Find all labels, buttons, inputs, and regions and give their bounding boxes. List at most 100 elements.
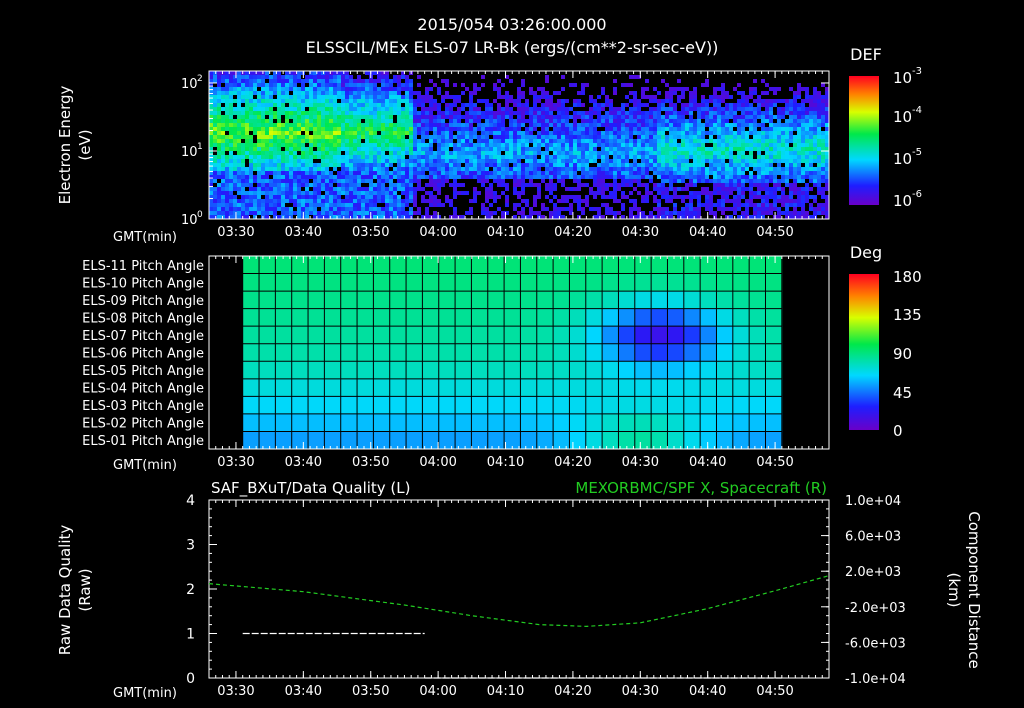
spectrogram-cell xyxy=(729,151,733,155)
spectrogram-cell xyxy=(317,143,321,147)
spectrogram-cell xyxy=(593,99,597,103)
spectrogram-cell xyxy=(621,179,625,183)
spectrogram-cell xyxy=(513,87,517,91)
spectrogram-cell xyxy=(729,175,733,179)
spectrogram-cell xyxy=(557,127,561,131)
spectrogram-cell xyxy=(433,179,437,183)
spectrogram-cell xyxy=(649,147,653,151)
spectrogram-cell xyxy=(673,171,677,175)
spectrogram-cell xyxy=(533,127,537,131)
spectrogram-cell xyxy=(253,107,257,111)
spectrogram-cell xyxy=(349,135,353,139)
spectrogram-cell xyxy=(593,143,597,147)
spectrogram-cell xyxy=(245,111,249,115)
spectrogram-cell xyxy=(569,119,573,123)
spectrogram-cell xyxy=(473,195,477,199)
spectrogram-cell xyxy=(633,191,637,195)
spectrogram-cell xyxy=(433,183,437,187)
spectrogram-cell xyxy=(257,147,261,151)
spectrogram-cell xyxy=(313,79,317,83)
spectrogram-cell xyxy=(681,91,685,95)
spectrogram-cell xyxy=(265,159,269,163)
spectrogram-cell xyxy=(461,79,465,83)
spectrogram-cell xyxy=(545,87,549,91)
spectrogram-cell xyxy=(461,83,465,87)
spectrogram-cell xyxy=(377,171,381,175)
spectrogram-cell xyxy=(645,151,649,155)
spectrogram-cell xyxy=(413,99,417,103)
spectrogram-cell xyxy=(565,71,569,75)
spectrogram-cell xyxy=(265,203,269,207)
spectrogram-cell xyxy=(293,179,297,183)
spectrogram-cell xyxy=(593,199,597,203)
spectrogram-cell xyxy=(621,203,625,207)
spectrogram-cell xyxy=(473,211,477,215)
spectrogram-cell xyxy=(497,179,501,183)
spectrogram-cell xyxy=(421,203,425,207)
spectrogram-cell xyxy=(589,107,593,111)
spectrogram-cell xyxy=(225,135,229,139)
spectrogram-cell xyxy=(589,123,593,127)
spectrogram-cell xyxy=(525,155,529,159)
spectrogram-cell xyxy=(477,83,481,87)
spectrogram-cell xyxy=(689,91,693,95)
spectrogram-cell xyxy=(253,79,257,83)
spectrogram-cell xyxy=(333,183,337,187)
spectrogram-cell xyxy=(213,127,217,131)
spectrogram-cell xyxy=(445,91,449,95)
spectrogram-cell xyxy=(289,175,293,179)
spectrogram-cell xyxy=(433,111,437,115)
spectrogram-cell xyxy=(473,95,477,99)
spectrogram-cell xyxy=(581,155,585,159)
spectrogram-cell xyxy=(261,107,265,111)
spectrogram-cell xyxy=(345,135,349,139)
spectrogram-cell xyxy=(485,167,489,171)
spectrogram-cell xyxy=(633,75,637,79)
spectrogram-cell xyxy=(457,155,461,159)
spectrogram-cell xyxy=(277,163,281,167)
spectrogram-cell xyxy=(449,187,453,191)
spectrogram-cell xyxy=(645,75,649,79)
spectrogram-cell xyxy=(325,107,329,111)
spectrogram-cell xyxy=(437,195,441,199)
spectrogram-cell xyxy=(585,139,589,143)
spectrogram-cell xyxy=(737,175,741,179)
spectrogram-cell xyxy=(305,147,309,151)
spectrogram-cell xyxy=(321,131,325,135)
main-canvas: 2015/054 03:26:00.000 ELSSCIL/MEx ELS-07… xyxy=(56,15,983,701)
spectrogram-cell xyxy=(525,179,529,183)
spectrogram-cell xyxy=(473,87,477,91)
spectrogram-cell xyxy=(341,83,345,87)
spectrogram-cell xyxy=(637,171,641,175)
spectrogram-cell xyxy=(725,103,729,107)
spectrogram-cell xyxy=(381,183,385,187)
spectrogram-cell xyxy=(413,151,417,155)
spectrogram-cell xyxy=(585,83,589,87)
spectrogram-cell xyxy=(489,139,493,143)
spectrogram-cell xyxy=(221,167,225,171)
spectrogram-cell xyxy=(645,127,649,131)
spectrogram-cell xyxy=(293,95,297,99)
spectrogram-cell xyxy=(557,195,561,199)
spectrogram-cell xyxy=(645,115,649,119)
spectrogram-cell xyxy=(669,131,673,135)
spectrogram-cell xyxy=(685,123,689,127)
spectrogram-cell xyxy=(481,103,485,107)
spectrogram-cell xyxy=(493,83,497,87)
spectrogram-cell xyxy=(365,107,369,111)
spectrogram-cell xyxy=(733,131,737,135)
spectrogram-cell xyxy=(333,151,337,155)
spectrogram-cell xyxy=(633,167,637,171)
spectrogram-cell xyxy=(577,123,581,127)
spectrogram-cell xyxy=(541,87,545,91)
spectrogram-cell xyxy=(597,107,601,111)
spectrogram-cell xyxy=(385,211,389,215)
spectrogram-cell xyxy=(565,115,569,119)
spectrogram-cell xyxy=(405,155,409,159)
spectrogram-cell xyxy=(697,163,701,167)
spectrogram-cell xyxy=(473,167,477,171)
spectrogram-cell xyxy=(313,119,317,123)
spectrogram-cell xyxy=(617,115,621,119)
spectrogram-cell xyxy=(501,123,505,127)
spectrogram-cell xyxy=(265,175,269,179)
